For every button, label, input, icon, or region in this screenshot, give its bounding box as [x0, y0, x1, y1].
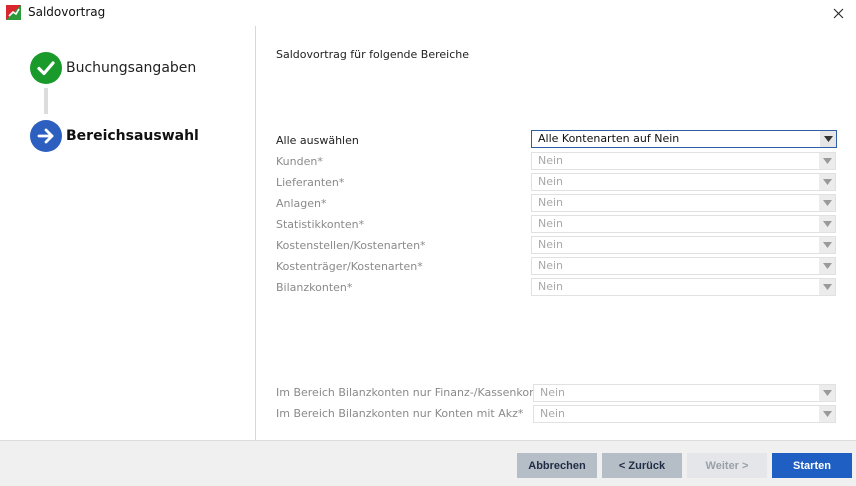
balance-value: Nein — [540, 386, 566, 399]
next-button: Weiter > — [687, 453, 767, 478]
area-value: Nein — [538, 217, 564, 230]
area-label-kostentraeger: Kostenträger/Kostenarten* — [276, 260, 423, 273]
area-value: Nein — [538, 154, 564, 167]
chevron-down-icon[interactable] — [819, 237, 835, 253]
select-all-value: Alle Kontenarten auf Nein — [538, 132, 680, 145]
chevron-down-icon[interactable] — [819, 216, 835, 232]
close-icon — [833, 8, 843, 18]
balance-label-akz: Im Bereich Bilanzkonten nur Konten mit A… — [276, 407, 524, 420]
area-dropdown-anlagen[interactable]: Nein — [531, 194, 836, 212]
footer-button-bar: Abbrechen < Zurück Weiter > Starten — [0, 440, 856, 486]
select-all-dropdown[interactable]: Alle Kontenarten auf Nein — [531, 130, 837, 148]
chevron-down-icon[interactable] — [819, 258, 835, 274]
chevron-down-icon[interactable] — [820, 131, 836, 147]
balance-value: Nein — [540, 407, 566, 420]
area-label-anlagen: Anlagen* — [276, 197, 327, 210]
area-value: Nein — [538, 280, 564, 293]
chevron-down-icon[interactable] — [819, 195, 835, 211]
step-connector — [44, 88, 48, 114]
step-buchungsangaben-done — [30, 52, 62, 84]
area-value: Nein — [538, 238, 564, 251]
chevron-down-icon[interactable] — [819, 279, 835, 295]
close-button[interactable] — [820, 0, 856, 26]
area-label-bilanzkonten: Bilanzkonten* — [276, 281, 353, 294]
balance-dropdown-akz[interactable]: Nein — [533, 405, 836, 423]
step-label-buchungsangaben[interactable]: Buchungsangaben — [66, 60, 196, 76]
area-value: Nein — [538, 259, 564, 272]
wizard-steps-panel: Buchungsangaben Bereichsauswahl — [0, 26, 256, 440]
chevron-down-icon[interactable] — [819, 174, 835, 190]
area-dropdown-kunden[interactable]: Nein — [531, 152, 836, 170]
section-title: Saldovortrag für folgende Bereiche — [276, 48, 470, 61]
app-logo-icon — [6, 5, 21, 20]
area-dropdown-lieferanten[interactable]: Nein — [531, 173, 836, 191]
title-bar: Saldovortrag — [0, 0, 856, 26]
checkmark-icon — [37, 61, 55, 76]
step-bereichsauswahl-active — [30, 120, 62, 152]
area-dropdown-bilanzkonten[interactable]: Nein — [531, 278, 836, 296]
area-value: Nein — [538, 196, 564, 209]
start-button[interactable]: Starten — [772, 453, 852, 478]
area-dropdown-kostentraeger[interactable]: Nein — [531, 257, 836, 275]
cancel-button[interactable]: Abbrechen — [517, 453, 597, 478]
content-panel: Saldovortrag für folgende Bereiche Alle … — [257, 26, 856, 440]
step-label-bereichsauswahl: Bereichsauswahl — [66, 128, 199, 144]
arrow-right-icon — [37, 128, 54, 144]
window-title: Saldovortrag — [28, 5, 106, 19]
area-dropdown-statistikkonten[interactable]: Nein — [531, 215, 836, 233]
balance-label-finanz: Im Bereich Bilanzkonten nur Finanz-/Kass… — [276, 386, 560, 399]
area-label-lieferanten: Lieferanten* — [276, 176, 345, 189]
chevron-down-icon[interactable] — [819, 406, 835, 422]
area-value: Nein — [538, 175, 564, 188]
area-label-kunden: Kunden* — [276, 155, 323, 168]
saldovortrag-dialog: Saldovortrag Buchungsangaben Bereichsaus… — [0, 0, 856, 486]
chevron-down-icon[interactable] — [819, 385, 835, 401]
area-label-kostenstellen: Kostenstellen/Kostenarten* — [276, 239, 426, 252]
balance-dropdown-finanz[interactable]: Nein — [533, 384, 836, 402]
select-all-label: Alle auswählen — [276, 134, 359, 147]
area-label-statistikkonten: Statistikkonten* — [276, 218, 365, 231]
area-dropdown-kostenstellen[interactable]: Nein — [531, 236, 836, 254]
chevron-down-icon[interactable] — [819, 153, 835, 169]
back-button[interactable]: < Zurück — [602, 453, 682, 478]
